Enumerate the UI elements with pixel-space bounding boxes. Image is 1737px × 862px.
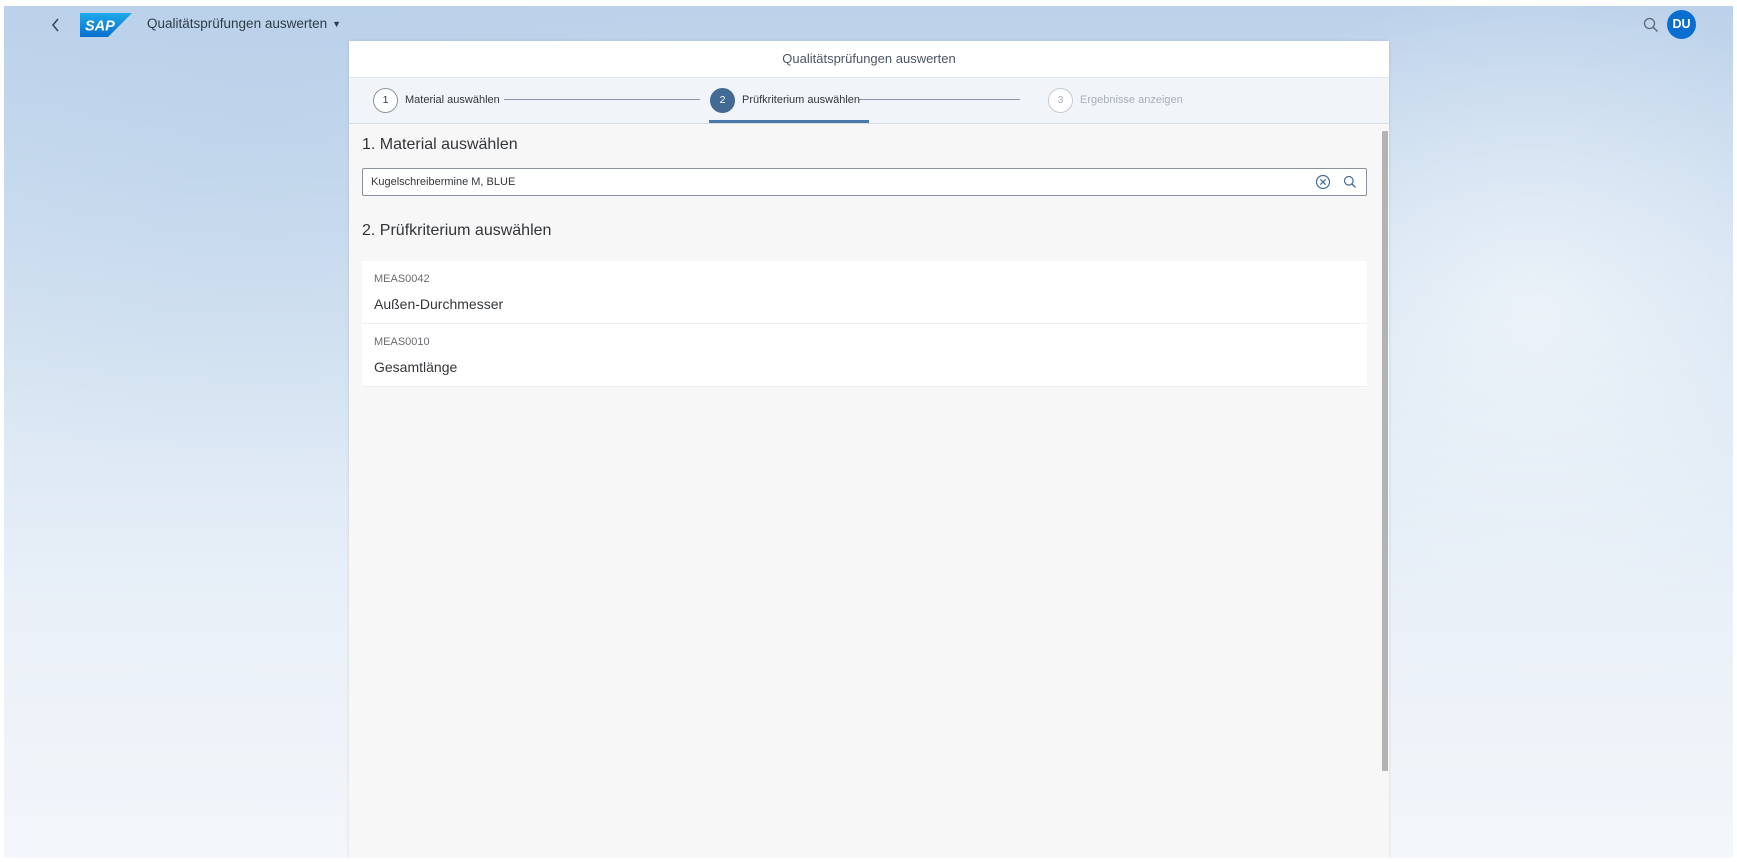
criterion-id: MEAS0010: [374, 336, 430, 348]
active-step-indicator: [709, 120, 869, 123]
shell-bar: SAP Qualitätsprüfungen auswerten ▼ DU: [4, 6, 1733, 44]
step-number: 1: [373, 87, 398, 113]
caret-down-icon: ▼: [332, 19, 342, 29]
step-number: 3: [1048, 87, 1073, 113]
criterion-name: Gesamtlänge: [374, 359, 458, 375]
app-title: Qualitätsprüfungen auswerten: [147, 16, 328, 31]
wizard-step-1[interactable]: 1 Material auswählen: [373, 86, 500, 114]
launchpad-screen: SAP Qualitätsprüfungen auswerten ▼ DU Qua…: [4, 6, 1733, 858]
clear-icon[interactable]: [1314, 173, 1332, 191]
wizard-progress: 1 Material auswählen 2 Prüfkriterium aus…: [349, 78, 1389, 124]
sap-logo-text: SAP: [85, 19, 115, 35]
app-title-menu[interactable]: Qualitätsprüfungen auswerten ▼: [147, 16, 341, 31]
search-icon[interactable]: [1341, 173, 1359, 191]
step-label: Ergebnisse anzeigen: [1080, 94, 1183, 106]
app-panel: Qualitätsprüfungen auswerten 1 Material …: [349, 41, 1389, 858]
step-connector: [504, 99, 700, 100]
list-item[interactable]: MEAS0010 Gesamtlänge: [362, 324, 1367, 387]
search-icon[interactable]: [1641, 15, 1661, 35]
step-label: Material auswählen: [405, 94, 500, 106]
scrollbar-thumb[interactable]: [1382, 131, 1388, 771]
panel-title: Qualitätsprüfungen auswerten: [349, 41, 1389, 78]
wizard-step-3[interactable]: 3 Ergebnisse anzeigen: [1048, 86, 1183, 114]
step-number: 2: [710, 87, 735, 113]
step-label: Prüfkriterium auswählen: [742, 94, 860, 106]
back-button[interactable]: [46, 15, 66, 35]
material-search-input[interactable]: [363, 169, 1291, 195]
user-avatar[interactable]: DU: [1667, 10, 1696, 39]
wizard-step-2[interactable]: 2 Prüfkriterium auswählen: [710, 86, 860, 114]
criterion-name: Außen-Durchmesser: [374, 296, 504, 312]
wizard-content: 1. Material auswählen 2. Prüfkriterium a…: [349, 124, 1381, 858]
section-title-criterion: 2. Prüfkriterium auswählen: [362, 222, 552, 239]
step-connector: [859, 99, 1020, 100]
criterion-id: MEAS0042: [374, 273, 430, 285]
criterion-list: MEAS0042 Außen-Durchmesser MEAS0010 Gesa…: [362, 261, 1367, 387]
sap-logo[interactable]: SAP: [80, 13, 132, 37]
material-search-field[interactable]: [362, 168, 1367, 196]
list-item[interactable]: MEAS0042 Außen-Durchmesser: [362, 261, 1367, 324]
section-title-material: 1. Material auswählen: [362, 136, 518, 153]
chevron-left-icon: [51, 18, 59, 32]
